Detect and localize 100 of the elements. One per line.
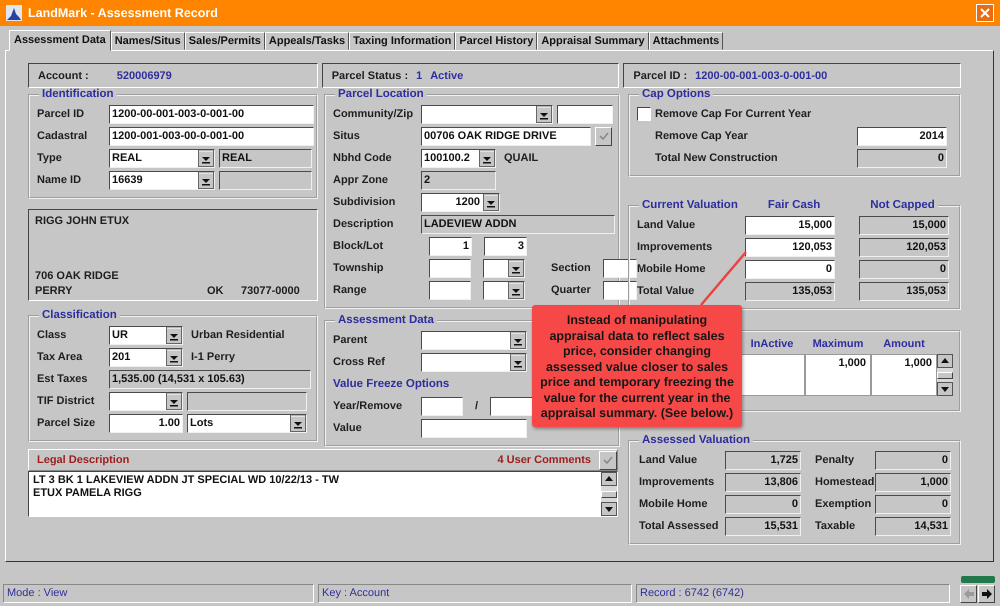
comments-link[interactable]: 4 User Comments — [497, 454, 591, 466]
caret-icon — [536, 106, 552, 122]
tab[interactable]: Parcel History — [455, 32, 538, 50]
field-note: QUAIL — [504, 152, 538, 164]
scrollbar[interactable] — [601, 472, 617, 516]
tab[interactable]: Taxing Information — [349, 32, 456, 50]
field-label: Est Taxes — [37, 373, 89, 385]
status-text: Record : 6742 (6742) — [636, 584, 950, 603]
caret-icon — [508, 282, 524, 298]
field-label: Parcel Status : — [332, 70, 408, 82]
input-field[interactable] — [429, 280, 471, 300]
input-field[interactable] — [421, 418, 527, 438]
field-label: Parcel Size — [37, 417, 96, 429]
field-label: Homestead — [814, 475, 875, 490]
close-button[interactable] — [976, 4, 994, 22]
next-button[interactable] — [978, 585, 995, 603]
dropdown[interactable]: UR — [109, 326, 183, 344]
input-field[interactable]: 1.00 — [109, 414, 183, 432]
readonly-field: 135,053 — [859, 282, 949, 300]
city-text: PERRY — [35, 285, 74, 297]
field-label: Value — [333, 422, 363, 434]
dropdown[interactable] — [421, 104, 553, 124]
input-field[interactable] — [429, 258, 471, 278]
check-button[interactable] — [595, 126, 612, 146]
input-field[interactable]: 1 — [429, 236, 472, 256]
input-field[interactable] — [602, 258, 637, 278]
input-field[interactable] — [602, 280, 637, 300]
field-label: Subdivision — [333, 196, 396, 208]
dropdown[interactable]: REAL — [109, 148, 215, 168]
dropdown[interactable]: 100100.2 — [421, 148, 496, 168]
tab[interactable]: Appraisal Summary — [537, 32, 649, 50]
column-header: Amount — [882, 338, 926, 350]
field-label: Section — [551, 262, 591, 274]
input-field[interactable]: 120,053 — [745, 238, 835, 256]
check-icon — [603, 456, 613, 464]
caret-icon — [510, 332, 526, 348]
tab[interactable]: Appeals/Tasks — [264, 32, 350, 50]
input-field[interactable]: 3 — [484, 236, 527, 256]
column-header: Fair Cash — [768, 199, 820, 212]
tab[interactable]: Attachments — [648, 32, 724, 50]
dropdown[interactable] — [421, 330, 527, 350]
tab[interactable]: Sales/Permits — [184, 32, 265, 50]
readonly-field: 0 — [875, 494, 951, 514]
input-field[interactable]: 1200-00-001-003-0-001-00 — [109, 104, 314, 124]
dropdown[interactable]: 16639 — [109, 170, 215, 190]
field-label: Nbhd Code — [333, 152, 393, 164]
status-text: Mode : View — [3, 584, 314, 603]
input-field[interactable]: 2014 — [857, 126, 947, 146]
readonly-field: 0 — [859, 260, 949, 278]
group-title: Identification — [41, 88, 115, 101]
tab[interactable]: Names/Situs — [110, 32, 185, 50]
field-label: Cadastral — [37, 130, 88, 142]
caret-icon — [483, 194, 499, 210]
dropdown[interactable] — [483, 280, 525, 300]
right-arrow-icon — [980, 588, 992, 600]
input-field[interactable] — [490, 396, 534, 416]
input-field[interactable] — [557, 104, 613, 124]
field-value: 1200-00-001-003-0-001-00 — [695, 70, 828, 82]
owner-name: RIGG JOHN ETUX — [35, 215, 130, 227]
dropdown[interactable] — [109, 392, 183, 410]
dropdown[interactable]: 1200 — [421, 192, 500, 212]
caret-icon — [166, 348, 182, 366]
dropdown[interactable] — [483, 258, 525, 278]
input-field[interactable]: 15,000 — [745, 216, 835, 234]
caret-icon — [508, 260, 524, 276]
field-value: 1 — [416, 70, 422, 82]
field-label: Total New Construction — [655, 152, 779, 164]
field-label: Parcel ID — [37, 108, 86, 120]
field-label: Exemption — [814, 497, 872, 512]
readonly-field: 15,531 — [725, 516, 801, 536]
input-field[interactable]: 0 — [745, 260, 835, 278]
group-title: Current Valuation — [642, 199, 738, 212]
dropdown[interactable]: 201 — [109, 348, 183, 366]
table-cell: 1,000 — [805, 354, 871, 396]
scrollbar[interactable] — [937, 354, 953, 396]
scroll-thumb[interactable] — [937, 372, 953, 378]
input-field[interactable]: 00706 OAK RIDGE DRIVE — [421, 126, 591, 146]
field-label: Improvements — [638, 475, 716, 490]
left-arrow-icon — [962, 588, 974, 600]
text-area[interactable]: LT 3 BK 1 LAKEVIEW ADDN JT SPECIAL WD 10/22/13 - TW ETUX PAMELA RIGG — [28, 471, 618, 517]
readonly-field: LADEVIEW ADDN — [421, 214, 615, 234]
dropdown[interactable] — [421, 352, 527, 372]
field-note: Urban Residential — [191, 329, 285, 341]
scroll-thumb[interactable] — [601, 490, 617, 498]
readonly-field: 15,000 — [859, 216, 949, 234]
tab[interactable]: Assessment Data — [9, 30, 111, 51]
readonly-field: 13,806 — [725, 472, 801, 492]
field-label: Quarter — [551, 284, 591, 296]
dropdown[interactable]: Lots — [187, 414, 307, 432]
field-value: Active — [430, 70, 464, 82]
caret-icon — [198, 150, 214, 166]
text-line: ETUX PAMELA RIGG — [33, 487, 143, 500]
group-title: Cap Options — [641, 88, 712, 101]
checkbox[interactable] — [637, 107, 651, 121]
check-button[interactable] — [599, 450, 617, 470]
field-value: 520006979 — [116, 70, 172, 82]
group-title: Assessment Data — [337, 314, 435, 327]
input-field[interactable] — [421, 396, 463, 416]
readonly-field: 135,053 — [745, 282, 835, 300]
input-field[interactable]: 1200-001-003-00-0-001-00 — [109, 126, 314, 146]
